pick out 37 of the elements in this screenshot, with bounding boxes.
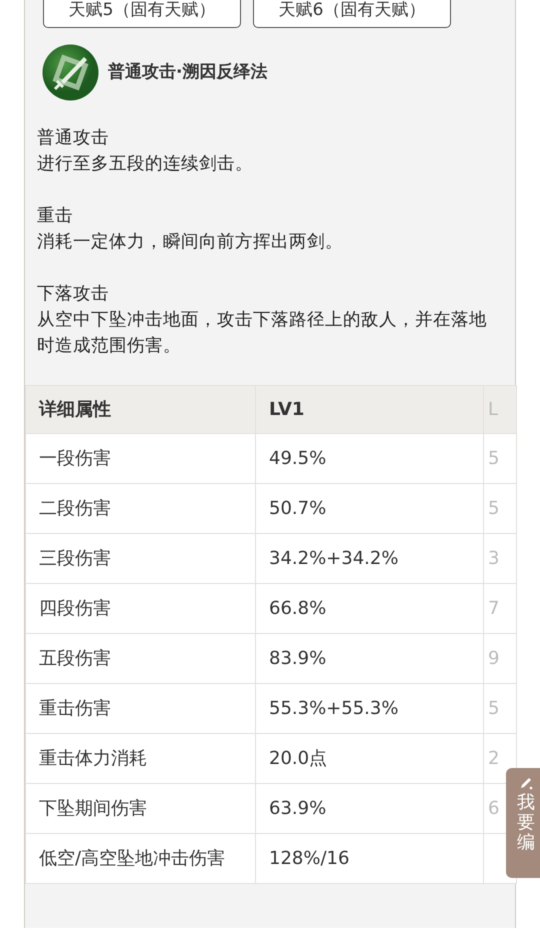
sword-icon: [42, 44, 99, 101]
skill-title: 普通攻击·溯因反绎法: [108, 60, 268, 84]
table-cell: 5: [484, 684, 516, 734]
talent-tab[interactable]: 天赋6（固有天赋）: [253, 0, 451, 28]
table-cell: 55.3%+55.3%: [256, 684, 484, 734]
table-cell: 128%/16: [256, 834, 484, 884]
section-heading: 下落攻击: [37, 283, 110, 306]
table-cell: 3: [484, 534, 516, 584]
table-cell: 63.9%: [256, 784, 484, 834]
table-cell: 9: [484, 634, 516, 684]
table-cell: 83.9%: [256, 634, 484, 684]
description-text: 消耗一定体力，瞬间向前方挥出两剑。: [37, 231, 344, 254]
table-cell: 5: [484, 484, 516, 534]
section-heading: 普通攻击: [37, 127, 110, 150]
table-cell: 五段伤害: [26, 634, 256, 684]
table-cell: 低空/高空坠地冲击伤害: [26, 834, 256, 884]
description-text: 进行至多五段的连续剑击。: [37, 153, 254, 176]
table-cell: 66.8%: [256, 584, 484, 634]
table-cell: 一段伤害: [26, 434, 256, 484]
table-cell: 7: [484, 584, 516, 634]
table-cell: 34.2%+34.2%: [256, 534, 484, 584]
table-cell: 二段伤害: [26, 484, 256, 534]
table-cell: 5: [484, 434, 516, 484]
pencil-icon: [519, 776, 533, 790]
column-header: 详细属性: [26, 386, 256, 434]
table-cell: 50.7%: [256, 484, 484, 534]
table-cell: 49.5%: [256, 434, 484, 484]
table-cell: 下坠期间伤害: [26, 784, 256, 834]
table-cell: 重击体力消耗: [26, 734, 256, 784]
table-cell: 20.0点: [256, 734, 484, 784]
table-cell: 四段伤害: [26, 584, 256, 634]
table-cell: 重击伤害: [26, 684, 256, 734]
column-header: LV1: [256, 386, 484, 434]
section-heading: 重击: [37, 205, 74, 228]
table-cell: 三段伤害: [26, 534, 256, 584]
talent-tab[interactable]: 天赋5（固有天赋）: [43, 0, 241, 28]
description-text: 从空中下坠冲击地面，攻击下落路径上的敌人，并在落地时造成范围伤害。: [37, 309, 488, 358]
